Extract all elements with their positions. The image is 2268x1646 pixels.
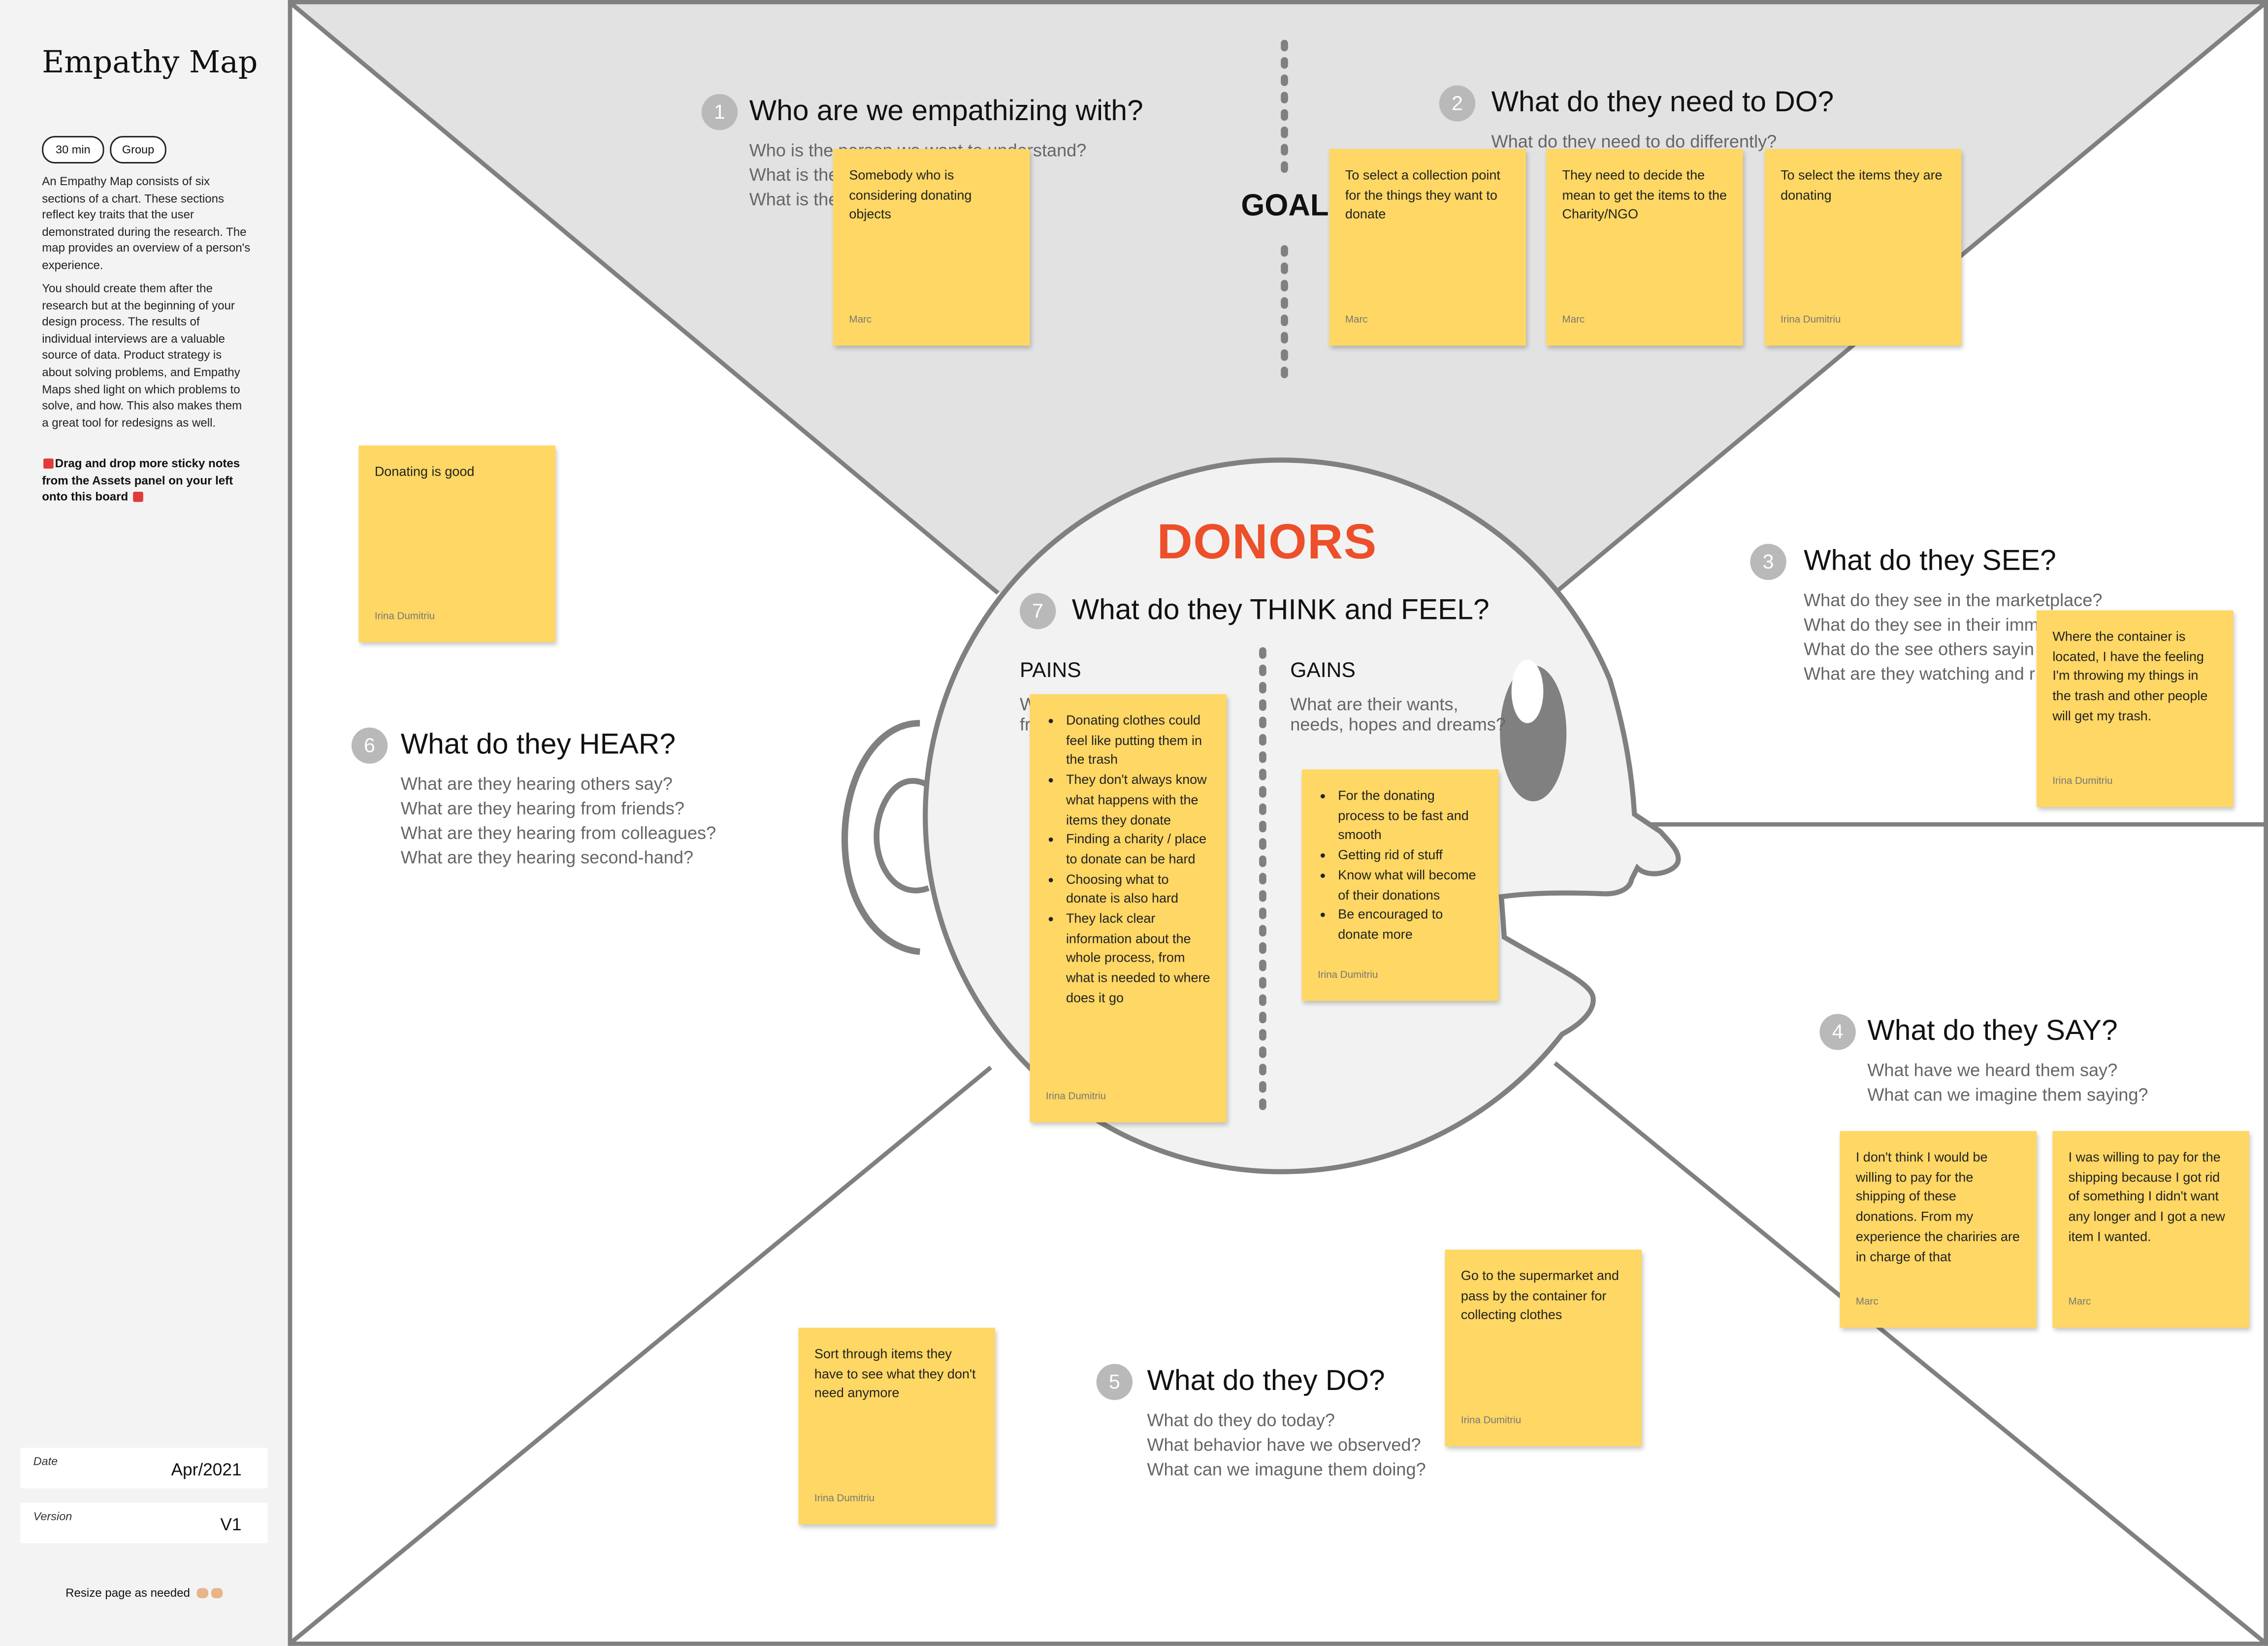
section-number-badge: 7 [1019, 593, 1056, 629]
sticky-text: Go to the supermarket and pass by the co… [1460, 1268, 1619, 1323]
prompt-line: What do they do today? [1147, 1410, 1335, 1431]
sticky-author: Marc [1345, 316, 1368, 326]
page-title: Empathy Map [42, 45, 258, 80]
description-paragraph-2: You should create them after the researc… [42, 282, 242, 429]
sticky-note[interactable]: To select the items they are donating Ir… [1764, 149, 1962, 346]
instruction-text: Drag and drop more sticky notes from the… [42, 455, 250, 506]
sticky-note-pains[interactable]: Donating clothes could feel like putting… [1030, 694, 1227, 1123]
sticky-author: Irina Dumitriu [1045, 1092, 1106, 1103]
list-item: Getting rid of stuff [1338, 846, 1483, 866]
sticky-note[interactable]: Somebody who is considering donating obj… [833, 149, 1030, 346]
sticky-text: They need to decide the mean to get the … [1562, 167, 1727, 222]
sticky-author: Irina Dumitriu [2052, 777, 2113, 787]
prompt-line: What are they hearing from friends? [400, 798, 684, 819]
date-field[interactable]: Date Apr/2021 [20, 1448, 268, 1488]
prompt-line: What are they hearing from colleagues? [400, 823, 716, 843]
sticky-author: Irina Dumitriu [1460, 1416, 1522, 1427]
sticky-note[interactable]: To select a collection point for the thi… [1329, 149, 1526, 346]
hand-pointing-icon [196, 1588, 208, 1598]
prompt-line: What can we imagune them doing? [1147, 1459, 1426, 1480]
sticky-author: Marc [1855, 1297, 1879, 1308]
sticky-author: Marc [849, 316, 872, 326]
list-item: Donating clothes could feel like putting… [1066, 711, 1211, 771]
prompt-line: What are they hearing second-hand? [400, 847, 694, 868]
section-title: What do they SEE? [1804, 545, 2056, 578]
prompt-line: What can we imagine them saying? [1867, 1085, 2148, 1105]
sticky-note[interactable]: I was willing to pay for the shipping be… [2052, 1131, 2249, 1328]
sticky-text: Somebody who is considering donating obj… [849, 167, 972, 222]
list-item: Be encouraged to donate more [1338, 906, 1483, 946]
sticky-note[interactable]: I don't think I would be willing to pay … [1840, 1131, 2037, 1328]
section-title: Who are we empathizing with? [749, 95, 1143, 128]
sticky-author: Irina Dumitriu [1781, 316, 1841, 326]
sticky-list: For the donating process to be fast and … [1318, 787, 1483, 945]
resize-note-text: Resize page as needed [65, 1586, 190, 1600]
list-item: They don't always know what happens with… [1066, 771, 1211, 831]
sticky-author: Irina Dumitriu [814, 1494, 875, 1505]
sticky-list: Donating clothes could feel like putting… [1046, 711, 1211, 1009]
pushpin-icon [132, 492, 143, 502]
duration-tag: 30 min [42, 136, 104, 163]
date-value: Apr/2021 [171, 1459, 242, 1480]
sticky-note[interactable]: Where the container is located, I have t… [2037, 610, 2234, 807]
section-prompts: What do they do today? What behavior hav… [1147, 1409, 1429, 1483]
sticky-note[interactable]: They need to decide the mean to get the … [1546, 149, 1743, 346]
list-item: Finding a charity / place to donate can … [1066, 831, 1211, 871]
date-label: Date [33, 1455, 58, 1468]
section-title: What do they HEAR? [400, 729, 676, 761]
version-field[interactable]: Version V1 [20, 1503, 268, 1544]
section-title: What do they SAY? [1867, 1015, 2118, 1047]
section-title: What do they THINK and FEEL? [1071, 594, 1490, 626]
section-number-badge: 1 [701, 94, 738, 130]
list-item: Know what will become of their donations [1338, 866, 1483, 906]
sticky-text: Donating is good [374, 464, 475, 479]
section-prompts: What are they hearing others say? What a… [401, 773, 716, 871]
hand-pointing-icon [210, 1588, 223, 1598]
section-title: What do they DO? [1147, 1365, 1385, 1397]
sticky-text: To select the items they are donating [1781, 167, 1943, 202]
sticky-note[interactable]: Donating is good Irina Dumitriu [358, 445, 555, 643]
gains-heading: GAINS [1290, 659, 1356, 683]
section-number-badge: 3 [1750, 544, 1786, 580]
sticky-note[interactable]: Sort through items they have to see what… [798, 1327, 995, 1525]
section-prompts: What have we heard them say? What can we… [1867, 1059, 2148, 1108]
list-item: For the donating process to be fast and … [1338, 787, 1483, 846]
resize-note: Resize page as needed [0, 1586, 288, 1600]
eye-highlight [1511, 659, 1544, 723]
sticky-author: Irina Dumitriu [374, 612, 435, 622]
section-number-badge: 2 [1439, 85, 1476, 122]
sticky-text: I was willing to pay for the shipping be… [2068, 1150, 2225, 1244]
sticky-note-gains[interactable]: For the donating process to be fast and … [1301, 769, 1499, 1001]
list-item: Choosing what to donate is also hard [1066, 870, 1211, 910]
prompt-line: What have we heard them say? [1867, 1060, 2118, 1081]
sticky-note[interactable]: Go to the supermarket and pass by the co… [1445, 1250, 1642, 1447]
sidebar: Empathy Map 30 min Group An Empathy Map … [0, 0, 288, 1646]
persona-title: DONORS [1157, 515, 1377, 570]
sticky-text: Where the container is located, I have t… [2052, 629, 2208, 723]
sticky-author: Irina Dumitriu [1318, 970, 1378, 981]
sticky-text: To select a collection point for the thi… [1345, 167, 1500, 222]
section-number-badge: 6 [351, 727, 388, 764]
sticky-text: Sort through items they have to see what… [814, 1346, 976, 1401]
section-number-badge: 4 [1819, 1014, 1856, 1050]
prompt-line: What behavior have we observed? [1147, 1435, 1421, 1455]
sticky-author: Marc [2068, 1297, 2091, 1308]
version-value: V1 [220, 1514, 242, 1535]
list-item: They lack clear information about the wh… [1066, 910, 1211, 1009]
section-number-badge: 5 [1096, 1364, 1133, 1400]
sticky-text: I don't think I would be willing to pay … [1855, 1150, 2020, 1263]
version-label: Version [33, 1510, 72, 1523]
sticky-author: Marc [1562, 316, 1585, 326]
section-title: What do they need to DO? [1491, 87, 1834, 119]
goal-label: GOAL [1241, 189, 1329, 223]
gains-subtitle: What are their wants, needs, hopes and d… [1290, 694, 1506, 735]
group-tag: Group [110, 136, 166, 163]
pains-heading: PAINS [1019, 659, 1081, 683]
pushpin-icon [43, 458, 54, 469]
description-paragraph-1: An Empathy Map consists of six sections … [42, 175, 251, 272]
prompt-line: What are they hearing others say? [400, 774, 673, 794]
empathy-map-board: Empathy Map 30 min Group An Empathy Map … [0, 0, 2268, 1646]
prompt-line: What do they see in the marketplace? [1804, 590, 2103, 611]
